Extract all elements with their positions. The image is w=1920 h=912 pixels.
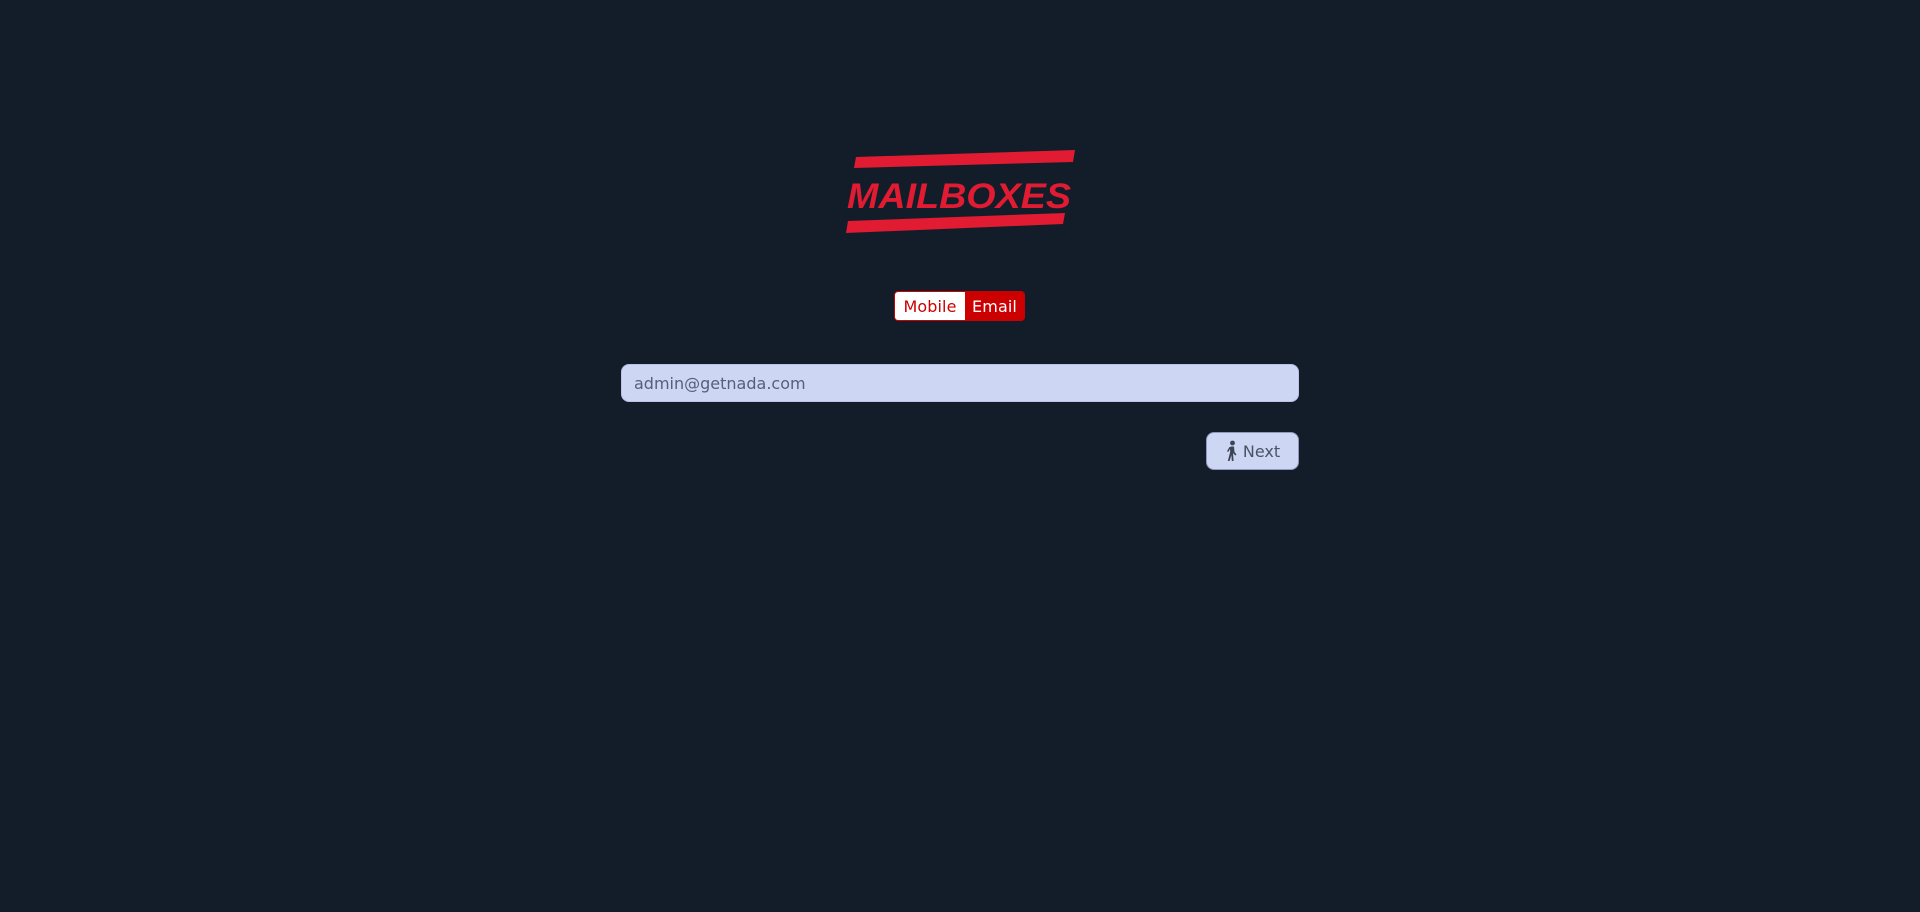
login-page: MAILBOXES Mobile Email Next: [0, 0, 1920, 912]
email-option[interactable]: Email: [965, 292, 1024, 320]
login-mode-toggle: Mobile Email: [894, 291, 1025, 321]
next-button-label: Next: [1242, 441, 1281, 461]
mailboxes-logo: MAILBOXES: [843, 148, 1077, 236]
mobile-option[interactable]: Mobile: [895, 292, 965, 320]
svg-text:MAILBOXES: MAILBOXES: [847, 177, 1071, 216]
next-button[interactable]: Next: [1206, 432, 1299, 470]
person-walking-icon: [1225, 440, 1239, 462]
email-field[interactable]: [621, 364, 1299, 402]
